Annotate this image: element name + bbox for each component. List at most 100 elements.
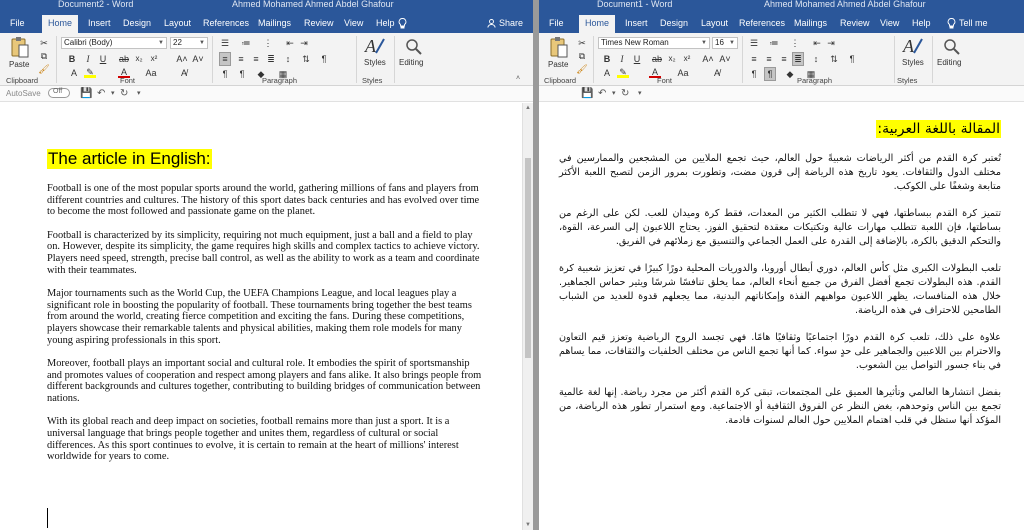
font-name-combo[interactable]: Times New Roman ▼: [598, 37, 710, 49]
rtl-icon[interactable]: ¶: [236, 68, 248, 80]
tab-mailings[interactable]: Mailings: [788, 15, 833, 33]
line-spacing-icon[interactable]: ↕: [810, 53, 822, 65]
ltr-icon[interactable]: ¶: [748, 68, 760, 80]
undo-icon[interactable]: ↶: [598, 88, 606, 100]
show-marks-icon[interactable]: ¶: [318, 53, 330, 65]
bold-icon[interactable]: B: [601, 53, 613, 65]
vertical-scrollbar[interactable]: ▲ ▼: [522, 103, 533, 530]
tab-file[interactable]: File: [0, 15, 35, 33]
format-painter-icon[interactable]: 🖌: [38, 63, 50, 75]
paste-button[interactable]: [549, 36, 569, 60]
tab-review[interactable]: Review: [834, 15, 876, 33]
tell-me-button[interactable]: Tell me: [947, 16, 988, 31]
editing-label[interactable]: Editing: [399, 58, 423, 67]
increase-indent-icon[interactable]: ⇥: [825, 37, 837, 49]
change-case-icon[interactable]: Aa: [677, 67, 689, 79]
paste-button[interactable]: [10, 36, 30, 60]
customize-qat-icon[interactable]: ▾: [137, 88, 141, 100]
justify-icon[interactable]: ≣: [792, 52, 804, 66]
redo-icon[interactable]: ↻: [120, 88, 128, 100]
paste-label[interactable]: Paste: [9, 60, 29, 69]
tab-file[interactable]: File: [539, 15, 574, 33]
font-size-combo[interactable]: 16 ▼: [712, 37, 738, 49]
shrink-font-icon[interactable]: A˅: [192, 53, 204, 65]
shading-icon[interactable]: ◆: [784, 68, 796, 80]
tab-design[interactable]: Design: [117, 15, 157, 33]
undo-dropdown-icon[interactable]: ▾: [612, 88, 616, 100]
save-icon[interactable]: 💾: [80, 88, 92, 100]
align-center-icon[interactable]: ≡: [763, 53, 775, 65]
document-page[interactable]: The article in English: Football is one …: [47, 149, 485, 475]
superscript-icon[interactable]: x²: [148, 53, 160, 65]
tab-view[interactable]: View: [874, 15, 905, 33]
align-right-icon[interactable]: ≡: [778, 53, 790, 65]
align-left-icon[interactable]: ≡: [748, 53, 760, 65]
strikethrough-icon[interactable]: ab: [651, 53, 663, 65]
paste-label[interactable]: Paste: [548, 60, 568, 69]
bullets-icon[interactable]: ☰: [748, 37, 760, 49]
show-marks-icon[interactable]: ¶: [846, 53, 858, 65]
bullets-icon[interactable]: ☰: [219, 37, 231, 49]
numbering-icon[interactable]: ≔: [768, 37, 780, 49]
tab-view[interactable]: View: [338, 15, 369, 33]
decrease-indent-icon[interactable]: ⇤: [811, 37, 823, 49]
superscript-icon[interactable]: x²: [681, 53, 693, 65]
tab-insert[interactable]: Insert: [82, 15, 117, 33]
multilevel-list-icon[interactable]: ⋮: [789, 37, 801, 49]
shrink-font-icon[interactable]: A˅: [719, 53, 731, 65]
bold-icon[interactable]: B: [66, 53, 78, 65]
tab-layout[interactable]: Layout: [695, 15, 734, 33]
scroll-down-arrow[interactable]: ▼: [523, 522, 533, 528]
copy-icon[interactable]: ⧉: [38, 50, 50, 62]
increase-indent-icon[interactable]: ⇥: [298, 37, 310, 49]
justify-icon[interactable]: ≣: [265, 53, 277, 65]
tab-home[interactable]: Home: [42, 15, 79, 33]
highlight-icon[interactable]: ✎: [617, 66, 629, 78]
cut-icon[interactable]: ✂: [38, 37, 50, 49]
tab-mailings[interactable]: Mailings: [252, 15, 297, 33]
subscript-icon[interactable]: x₂: [133, 53, 145, 65]
underline-icon[interactable]: U: [97, 53, 109, 65]
editing-label[interactable]: Editing: [937, 58, 961, 67]
styles-icon[interactable]: A: [902, 36, 924, 58]
save-icon[interactable]: 💾: [581, 88, 593, 100]
align-center-icon[interactable]: ≡: [235, 53, 247, 65]
search-icon[interactable]: [405, 38, 423, 58]
underline-icon[interactable]: U: [631, 53, 643, 65]
rtl-icon[interactable]: ¶: [764, 67, 776, 81]
undo-icon[interactable]: ↶: [97, 88, 105, 100]
tab-design[interactable]: Design: [654, 15, 694, 33]
tab-help[interactable]: Help: [370, 15, 401, 33]
clear-format-icon[interactable]: A̸: [711, 67, 723, 79]
copy-icon[interactable]: ⧉: [576, 50, 588, 62]
change-case-icon[interactable]: Aa: [145, 67, 157, 79]
document-canvas[interactable]: The article in English: Football is one …: [0, 103, 533, 530]
undo-dropdown-icon[interactable]: ▾: [111, 88, 115, 100]
tab-references[interactable]: References: [197, 15, 255, 33]
align-right-icon[interactable]: ≡: [250, 53, 262, 65]
numbering-icon[interactable]: ≔: [240, 37, 252, 49]
highlight-icon[interactable]: ✎: [84, 66, 96, 78]
font-size-combo[interactable]: 22 ▼: [170, 37, 208, 49]
scroll-up-arrow[interactable]: ▲: [523, 105, 533, 111]
grow-font-icon[interactable]: A˄: [702, 53, 714, 65]
document-page[interactable]: المقالة باللغة العربية: تُعتبر كرة القدم…: [559, 120, 1001, 441]
italic-icon[interactable]: I: [616, 53, 628, 65]
styles-icon[interactable]: A: [364, 36, 386, 58]
text-effects-icon[interactable]: A: [601, 67, 613, 79]
tab-home[interactable]: Home: [579, 15, 616, 33]
sort-icon[interactable]: ⇅: [828, 53, 840, 65]
text-effects-icon[interactable]: A: [68, 67, 80, 79]
collapse-ribbon-icon[interactable]: ˄: [516, 75, 520, 82]
ltr-icon[interactable]: ¶: [219, 68, 231, 80]
styles-label[interactable]: Styles: [364, 58, 386, 67]
grow-font-icon[interactable]: A˄: [176, 53, 188, 65]
autosave-toggle[interactable]: Off: [48, 88, 70, 98]
sort-icon[interactable]: ⇅: [300, 53, 312, 65]
lightbulb-icon[interactable]: [398, 16, 407, 31]
subscript-icon[interactable]: x₂: [666, 53, 678, 65]
align-left-icon[interactable]: ≡: [219, 52, 231, 66]
italic-icon[interactable]: I: [82, 53, 94, 65]
share-button[interactable]: Share: [487, 16, 523, 31]
strikethrough-icon[interactable]: ab: [118, 53, 130, 65]
